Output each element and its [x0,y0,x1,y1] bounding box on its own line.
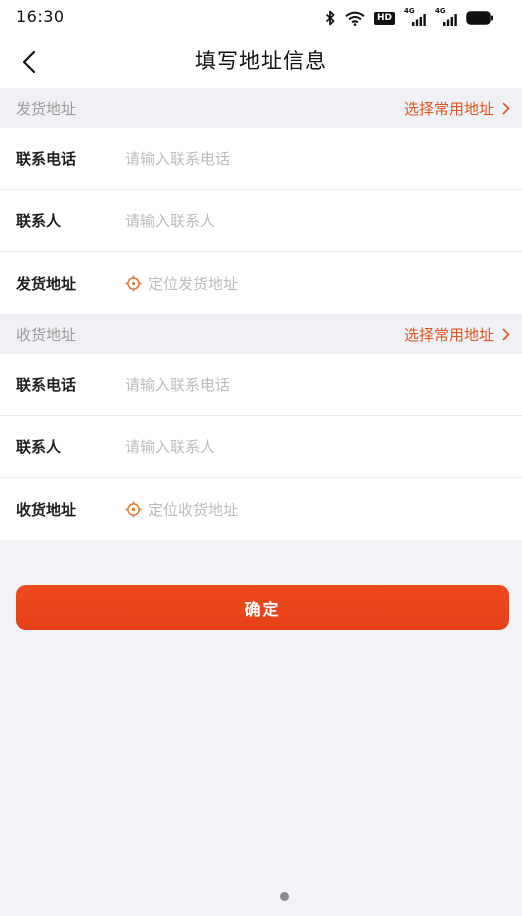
choose-common-address-label: 选择常用地址 [403,325,494,344]
battery-icon [466,11,494,25]
wifi-icon [345,11,365,26]
receiver-section-header: 收货地址 选择常用地址 [0,314,522,354]
locate-receiver-address-button[interactable]: 定位收货地址 [125,499,238,520]
sender-contact-label: 联系人 [16,212,62,230]
sender-contact-input[interactable] [125,200,522,241]
sender-phone-label: 联系电话 [16,150,77,168]
page-indicator-dot [280,892,289,901]
sender-phone-input[interactable] [125,138,522,179]
signal-icon [443,14,457,26]
hd-badge: HD [373,11,395,25]
choose-common-address-label: 选择常用地址 [403,99,494,118]
chevron-right-icon [502,102,510,114]
locate-icon [125,501,142,517]
sender-address-label: 发货地址 [16,274,77,293]
nav-header: 填写地址信息 [0,35,522,88]
sender-phone-row: 联系电话 [0,128,522,190]
receiver-address-row: 收货地址 定位收货地址 [0,478,522,540]
sender-section-header: 发货地址 选择常用地址 [0,88,522,128]
receiver-contact-row: 联系人 [0,416,522,478]
receiver-section-title: 收货地址 [16,325,77,344]
receiver-phone-label: 联系电话 [16,376,77,394]
confirm-button[interactable]: 确定 [16,585,509,630]
sender-choose-common-address-link[interactable]: 选择常用地址 [404,98,510,119]
locate-icon [125,275,142,291]
page-title: 填写地址信息 [195,49,327,73]
chevron-right-icon [502,328,510,340]
signal-1: 4G [404,7,426,26]
bluetooth-icon [325,10,336,26]
receiver-contact-input[interactable] [125,426,522,467]
sender-contact-row: 联系人 [0,190,522,252]
locate-receiver-address-text: 定位收货地址 [148,500,239,519]
receiver-choose-common-address-link[interactable]: 选择常用地址 [404,324,510,345]
receiver-phone-input[interactable] [125,364,522,405]
receiver-contact-label: 联系人 [16,438,62,456]
signal-2: 4G [435,7,457,26]
sender-section-title: 发货地址 [16,99,77,118]
receiver-address-label: 收货地址 [16,500,77,519]
locate-sender-address-text: 定位发货地址 [148,274,239,293]
sender-address-row: 发货地址 定位发货地址 [0,252,522,314]
status-icons: HD 4G 4G [325,7,494,27]
locate-sender-address-button[interactable]: 定位发货地址 [125,273,238,294]
receiver-phone-row: 联系电话 [0,354,522,416]
status-time: 16:30 [16,7,65,26]
signal-icon [412,14,426,26]
status-bar: 16:30 HD 4G 4G [0,0,522,35]
